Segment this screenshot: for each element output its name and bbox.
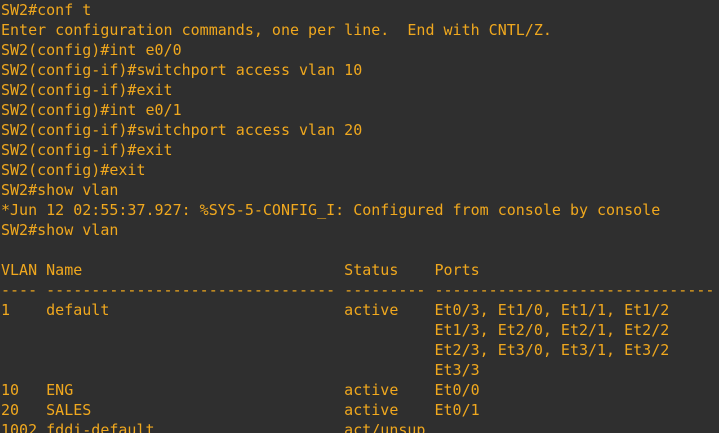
vlan-table-row: 1002 fddi-default act/unsup xyxy=(1,421,426,433)
vlan-table-header: VLAN Name Status Ports xyxy=(1,261,480,279)
vlan-table-row-continuation: Et1/3, Et2/0, Et2/1, Et2/2 xyxy=(1,321,670,339)
vlan-table-divider: ---- -------------------------------- --… xyxy=(1,281,715,299)
terminal-line: SW2(config-if)#switchport access vlan 20 xyxy=(1,121,363,139)
terminal-line: SW2#conf t xyxy=(1,1,92,19)
terminal-window[interactable]: SW2#conf t Enter configuration commands,… xyxy=(0,0,719,433)
vlan-table-row: 1 default active Et0/3, Et1/0, Et1/1, Et… xyxy=(1,301,670,319)
vlan-table-row: 20 SALES active Et0/1 xyxy=(1,401,480,419)
terminal-line: *Jun 12 02:55:37.927: %SYS-5-CONFIG_I: C… xyxy=(1,201,661,219)
terminal-line: SW2(config-if)#switchport access vlan 10 xyxy=(1,61,363,79)
terminal-line: SW2#show vlan xyxy=(1,181,119,199)
terminal-line: Enter configuration commands, one per li… xyxy=(1,21,552,39)
vlan-table-row-continuation: Et3/3 xyxy=(1,361,480,379)
terminal-line: SW2#show vlan xyxy=(1,221,119,239)
terminal-line: SW2(config-if)#exit xyxy=(1,81,173,99)
terminal-line: SW2(config)#int e0/0 xyxy=(1,41,182,59)
terminal-line: SW2(config)#int e0/1 xyxy=(1,101,182,119)
vlan-table-row-continuation: Et2/3, Et3/0, Et3/1, Et3/2 xyxy=(1,341,670,359)
terminal-output: SW2#conf t Enter configuration commands,… xyxy=(1,0,714,433)
vlan-table-row: 10 ENG active Et0/0 xyxy=(1,381,480,399)
terminal-line: SW2(config)#exit xyxy=(1,161,146,179)
terminal-line: SW2(config-if)#exit xyxy=(1,141,173,159)
